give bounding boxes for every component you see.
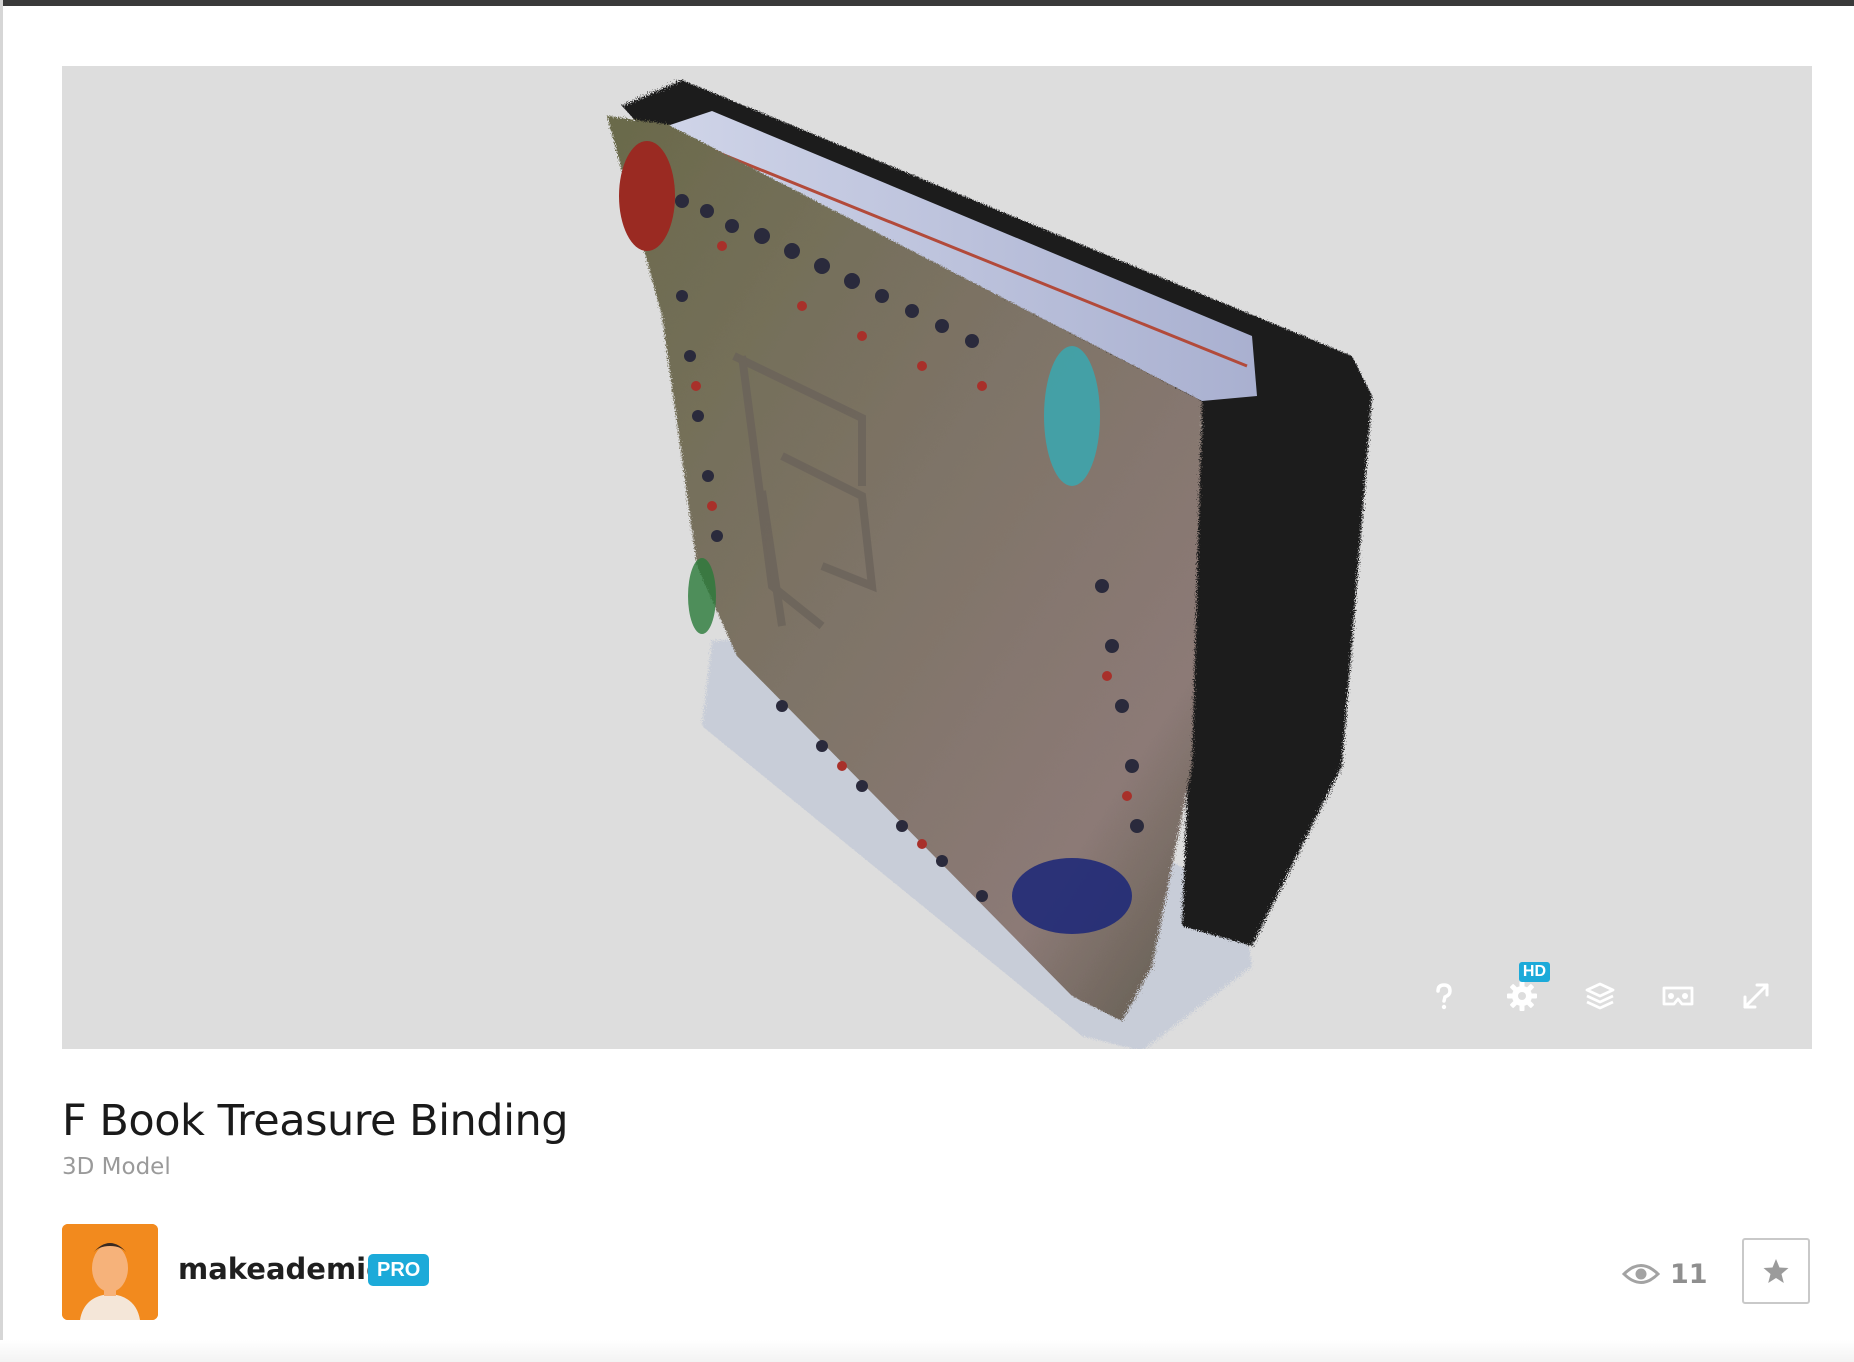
layers-icon	[1585, 982, 1615, 1010]
author-username[interactable]: makeademic	[178, 1252, 383, 1286]
view-count: 11	[1622, 1256, 1708, 1292]
window-top-border	[0, 0, 1854, 6]
vr-headset-icon	[1662, 986, 1694, 1006]
hd-badge: HD	[1518, 962, 1550, 982]
author-avatar[interactable]	[62, 1224, 158, 1320]
view-count-value: 11	[1670, 1258, 1708, 1290]
model-type-label: 3D Model	[62, 1154, 171, 1180]
vr-button[interactable]	[1654, 974, 1702, 1018]
window-left-border	[0, 0, 3, 1362]
pro-badge: PRO	[368, 1254, 430, 1286]
page-bottom-edge	[0, 1340, 1854, 1362]
star-icon	[1763, 1259, 1789, 1283]
fullscreen-button[interactable]	[1732, 974, 1780, 1018]
layers-button[interactable]	[1576, 974, 1624, 1018]
help-button[interactable]	[1420, 974, 1468, 1018]
author-row: makeademic PRO 11	[62, 1224, 1812, 1320]
user-avatar-icon	[62, 1224, 158, 1320]
expand-arrows-icon	[1743, 983, 1769, 1009]
eye-icon	[1622, 1264, 1660, 1284]
like-button[interactable]	[1742, 1238, 1810, 1304]
model-title: F Book Treasure Binding	[62, 1096, 569, 1146]
book-3d-model[interactable]	[62, 66, 1812, 1049]
question-mark-icon	[1436, 983, 1452, 1010]
model-viewer[interactable]: HD	[62, 66, 1812, 1049]
gear-icon	[1507, 981, 1537, 1011]
settings-button[interactable]: HD	[1498, 962, 1550, 1018]
